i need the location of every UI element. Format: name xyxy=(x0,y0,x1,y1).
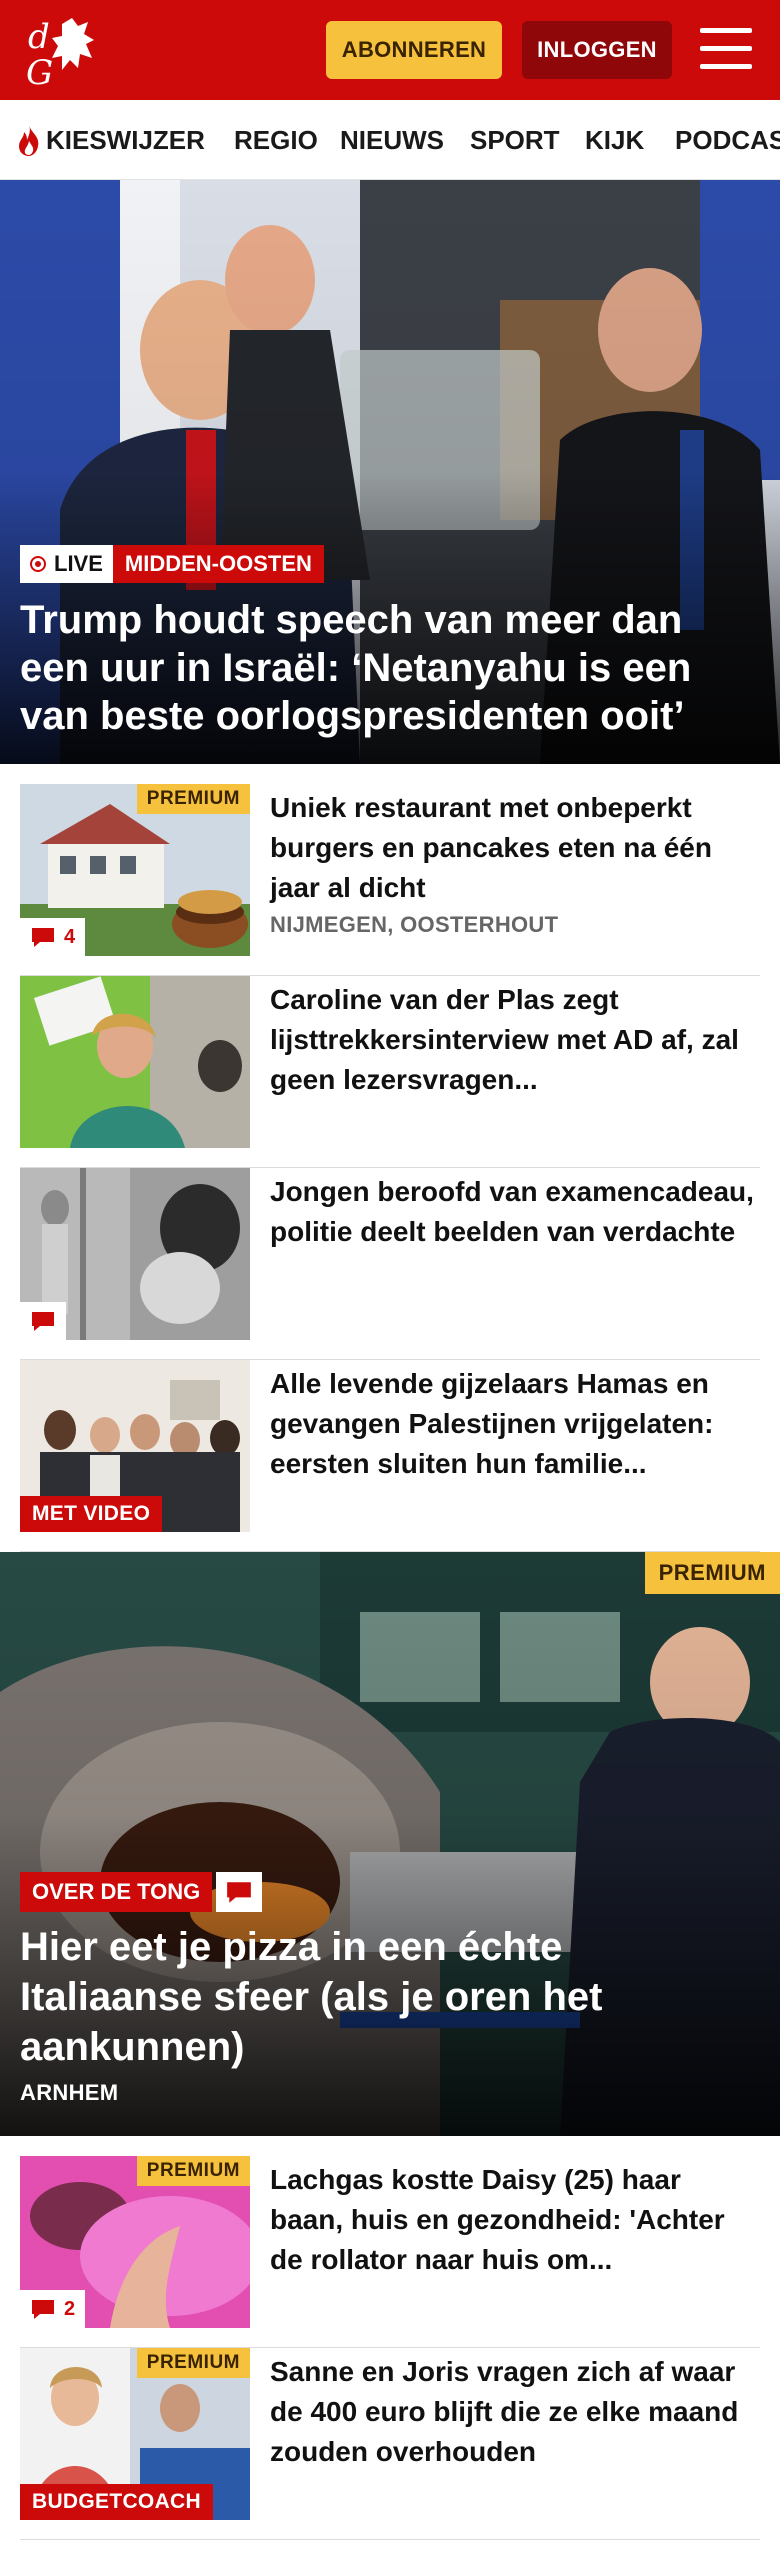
top-bar: d G ABONNEREN INLOGGEN xyxy=(0,0,780,100)
site-logo[interactable]: d G xyxy=(22,14,114,93)
list-item[interactable]: PREMIUM 2 Lachgas kostte Daisy (25) haar… xyxy=(20,2156,760,2348)
feature-tag-label[interactable]: OVER DE TONG xyxy=(20,1872,213,1912)
comment-count[interactable]: 4 xyxy=(20,918,86,956)
article-thumbnail xyxy=(20,1168,250,1340)
list-item[interactable]: PREMIUM 4 Uniek restaurant met onbeperkt… xyxy=(20,784,760,976)
flame-icon xyxy=(19,125,39,156)
article-location: NIJMEGEN, OOSTERHOUT xyxy=(270,912,559,937)
feature-title[interactable]: Hier eet je pizza in een échte Italiaans… xyxy=(20,1922,740,2072)
premium-badge: PREMIUM xyxy=(136,784,250,814)
login-button[interactable]: INLOGGEN xyxy=(522,21,672,79)
premium-badge: PREMIUM xyxy=(136,2156,250,2186)
nav-item-label: KIESWIJZER xyxy=(46,124,205,155)
live-badge: LIVE xyxy=(20,545,113,583)
list-item[interactable]: Jongen beroofd van examenca­deau, politi… xyxy=(20,1168,760,1360)
list-item[interactable]: Caroline van der Plas zegt lijsttrekkers… xyxy=(20,976,760,1168)
article-title[interactable]: Lachgas kostte Daisy (25) haar baan, hui… xyxy=(270,2160,760,2280)
comment-count[interactable] xyxy=(20,1302,66,1340)
video-tag: MET VIDEO xyxy=(20,1496,163,1532)
comment-count-value: 2 xyxy=(64,2297,76,2320)
logo-icon: d G xyxy=(26,17,94,93)
hero-article[interactable]: LIVE MIDDEN-OOSTEN Trump houdt speech va… xyxy=(0,180,780,764)
live-label: LIVE xyxy=(54,551,103,576)
premium-badge: PREMIUM xyxy=(644,1552,780,1594)
article-thumbnail: PREMIUM 4 xyxy=(20,784,250,956)
feature-location: ARNHEM xyxy=(20,2080,119,2105)
hero-badges: LIVE MIDDEN-OOSTEN xyxy=(20,545,324,583)
comment-icon xyxy=(30,1310,56,1332)
article-thumbnail: PREMIUM BUDGETCOACH xyxy=(20,2348,250,2520)
article-title[interactable]: Alle levende gijzelaars Hamas en gevange… xyxy=(270,1364,760,1484)
list-item[interactable]: PREMIUM BUDGETCOACH Sanne en Joris vrage… xyxy=(20,2348,760,2540)
feature-article[interactable]: PREMIUM OVER DE TONG Hier eet je pizza i… xyxy=(0,1552,780,2136)
nav-item-nieuws[interactable]: NIEUWS xyxy=(340,100,444,179)
category-badge[interactable]: MIDDEN-OOSTEN xyxy=(112,545,324,583)
svg-text:d: d xyxy=(28,17,50,57)
article-thumbnail: PREMIUM 2 xyxy=(20,2156,250,2328)
article-title[interactable]: Caroline van der Plas zegt lijsttrekkers… xyxy=(270,980,760,1100)
nav-item-regio[interactable]: REGIO xyxy=(234,100,318,179)
section-nav: KIESWIJZER REGIO NIEUWS SPORT KIJK PODCA… xyxy=(0,100,780,180)
feature-tag: OVER DE TONG xyxy=(20,1872,263,1912)
comment-icon xyxy=(30,2298,56,2320)
svg-text:G: G xyxy=(26,53,53,88)
article-thumbnail xyxy=(20,976,250,1148)
budgetcoach-tag: BUDGETCOACH xyxy=(20,2484,213,2520)
nav-item-kieswijzer[interactable]: KIESWIJZER xyxy=(16,100,205,179)
nav-item-sport[interactable]: SPORT xyxy=(470,100,560,179)
live-dot-icon xyxy=(30,556,46,572)
hamburger-menu-icon[interactable] xyxy=(700,26,752,72)
politician-image xyxy=(20,976,250,1148)
comment-icon xyxy=(30,926,56,948)
hero-title[interactable]: Trump houdt speech van meer dan een uur … xyxy=(20,596,740,740)
article-title[interactable]: Jongen beroofd van examenca­deau, politi… xyxy=(270,1172,760,1252)
list-item[interactable]: MET VIDEO Alle levende gijzelaars Hamas … xyxy=(20,1360,760,1552)
article-title[interactable]: Sanne en Joris vragen zich af waar de 40… xyxy=(270,2352,760,2472)
comment-icon[interactable] xyxy=(216,1872,263,1912)
comment-count-value: 4 xyxy=(64,925,76,948)
nav-item-podcast[interactable]: PODCAS xyxy=(675,100,780,179)
nav-item-kijk[interactable]: KIJK xyxy=(585,100,644,179)
subscribe-button[interactable]: ABONNEREN xyxy=(326,21,502,79)
comment-count[interactable]: 2 xyxy=(20,2290,86,2328)
article-title[interactable]: Uniek restaurant met onbeperkt burgers e… xyxy=(270,788,760,908)
premium-badge: PREMIUM xyxy=(136,2348,250,2378)
article-thumbnail: MET VIDEO xyxy=(20,1360,250,1532)
